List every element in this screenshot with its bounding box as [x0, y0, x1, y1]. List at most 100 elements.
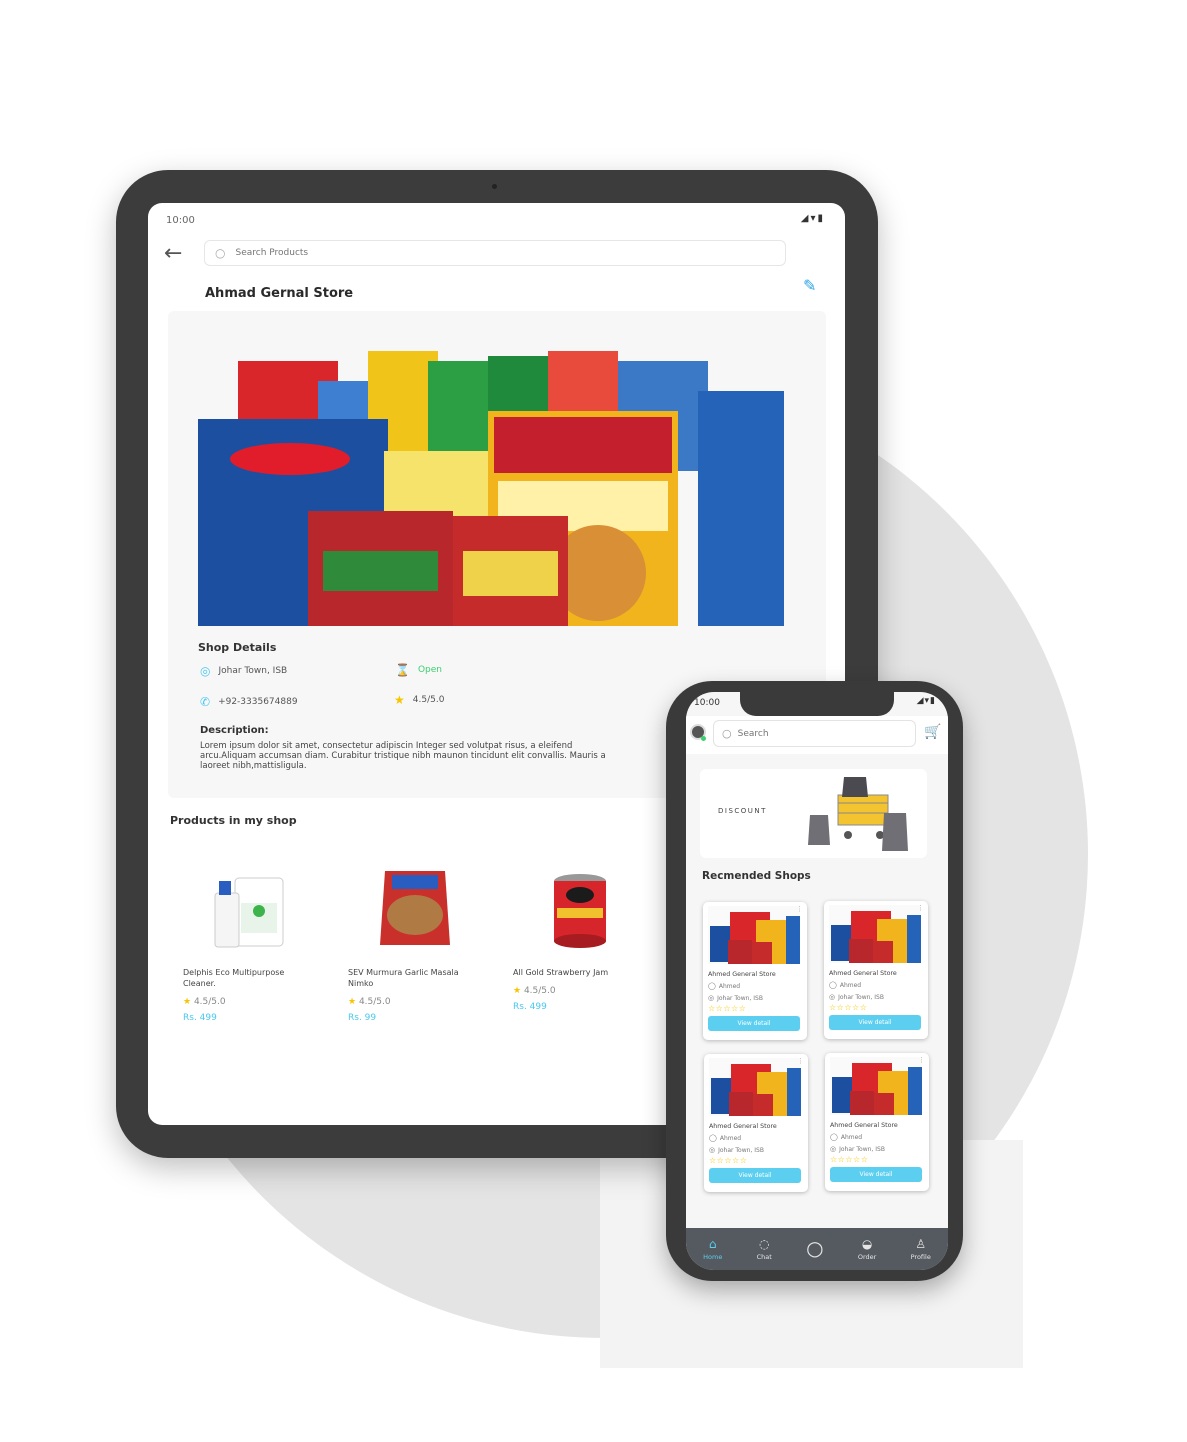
star-icon: ★ — [348, 997, 357, 1007]
rating-text: 4.5/5.0 — [412, 695, 445, 705]
phone-notch — [740, 692, 894, 716]
tablet-status-time: 10:00 — [166, 215, 195, 226]
view-detail-button[interactable]: View detail — [709, 1168, 801, 1183]
user-icon: ◯ — [829, 981, 837, 989]
shop-stars: ☆☆☆☆☆ — [829, 1003, 868, 1012]
product-rating: ★ 4.5/5.0 — [183, 997, 226, 1007]
product-card[interactable]: SEV Murmura Garlic Masala Nimko ★ 4.5/5.… — [348, 863, 488, 1023]
more-options-icon[interactable]: ⋮ — [797, 1057, 804, 1065]
shop-owner: ◯ Ahmed — [829, 981, 862, 989]
description-title: Description: — [200, 725, 269, 736]
page-title: Ahmad Gernal Store — [205, 286, 354, 301]
shop-name: Ahmed General Store — [708, 971, 776, 978]
more-options-icon[interactable]: ⋮ — [918, 1056, 925, 1064]
user-icon: ◯ — [708, 982, 716, 990]
cart-icon[interactable]: 🛒 — [924, 724, 941, 740]
shop-card[interactable]: ⋮ Ahmed General Store ◯ Ahmed ◎ Johar Town… — [704, 1054, 808, 1192]
home-icon: ⌂ — [708, 1237, 717, 1251]
nav-home[interactable]: ⌂ Home — [703, 1237, 722, 1261]
shop-location: ◎ Johar Town, ISB — [709, 1146, 764, 1154]
tablet-status-icons: ◢▾▮ — [800, 213, 825, 224]
shop-thumbnail — [829, 905, 921, 963]
shop-location: ◎ Johar Town, ISB — [830, 1145, 885, 1153]
product-card[interactable]: Delphis Eco Multipurpose Cleaner. ★ 4.5/… — [183, 863, 323, 1023]
location-pin-icon: ◎ — [830, 1145, 837, 1153]
shop-thumbnail — [830, 1057, 922, 1115]
user-icon: ◯ — [830, 1133, 838, 1141]
shop-stars: ☆☆☆☆☆ — [708, 1004, 747, 1013]
search-icon: ○ — [722, 727, 732, 740]
nav-profile[interactable]: ♙ Profile — [911, 1237, 931, 1261]
products-section-title: Products in my shop — [170, 814, 297, 827]
user-icon: ◯ — [709, 1134, 717, 1142]
product-search-bar[interactable]: ○ — [204, 240, 786, 266]
location-info: ◎ Johar Town, ISB — [200, 664, 287, 678]
location-pin-icon: ◎ — [200, 664, 211, 678]
shop-owner: ◯ Ahmed — [709, 1134, 742, 1142]
shop-thumbnail — [708, 906, 800, 964]
phone-text: +92-3335674889 — [218, 697, 298, 707]
status-badge: Open — [417, 665, 442, 675]
location-pin-icon: ◎ — [709, 1146, 716, 1154]
product-image-cleaner — [214, 877, 284, 948]
tablet-camera — [492, 184, 497, 189]
phone-header: ○ 🛒 — [686, 716, 948, 754]
product-image-nimko — [380, 871, 450, 945]
status-info: ⌛ Open — [395, 663, 442, 677]
phone-screen: 10:00 ◢▾▮ ○ 🛒 DISCOUNT Recmended Shops ⋮ — [686, 692, 948, 1270]
nav-search[interactable]: ○ — [806, 1236, 823, 1262]
shop-search-input[interactable] — [737, 728, 888, 739]
star-icon: ★ — [394, 693, 405, 707]
shop-stars: ☆☆☆☆☆ — [830, 1155, 869, 1164]
view-detail-button[interactable]: View detail — [708, 1016, 800, 1031]
chat-icon: ◌ — [758, 1237, 770, 1251]
bottom-navigation: ⌂ Home ◌ Chat ○ ◒ Order ♙ Profile — [686, 1228, 948, 1270]
rating-info: ★ 4.5/5.0 — [394, 693, 444, 707]
shop-location: ◎ Johar Town, ISB — [829, 993, 884, 1001]
phone-status-icons: ◢▾▮ — [916, 696, 936, 706]
product-name: SEV Murmura Garlic Masala Nimko — [348, 968, 459, 988]
product-name: All Gold Strawberry Jam — [513, 968, 609, 977]
shop-card[interactable]: ⋮ Ahmed General Store ◯ Ahmed ◎ Johar Town… — [825, 1053, 929, 1191]
location-pin-icon: ◎ — [829, 993, 836, 1001]
shop-owner: ◯ Ahmed — [708, 982, 741, 990]
view-detail-button[interactable]: View detail — [829, 1015, 921, 1030]
shop-thumbnail — [709, 1058, 801, 1116]
product-rating: ★ 4.5/5.0 — [348, 997, 391, 1007]
online-indicator — [701, 736, 706, 741]
shop-details-title: Shop Details — [198, 641, 277, 654]
basket-icon: ◒ — [861, 1237, 873, 1251]
user-icon: ♙ — [915, 1237, 927, 1251]
recommended-shops-title: Recmended Shops — [702, 870, 811, 882]
shop-card[interactable]: ⋮ Ahmed General Store ◯ Ahmed ◎ Johar Town… — [703, 902, 807, 1040]
shopping-cart-illustration — [808, 777, 908, 851]
search-icon: ○ — [215, 246, 226, 260]
nav-order[interactable]: ◒ Order — [858, 1237, 876, 1261]
star-icon: ★ — [183, 997, 192, 1007]
product-price: Rs. 499 — [183, 1013, 217, 1023]
shop-name: Ahmed General Store — [830, 1122, 898, 1129]
banner-label: DISCOUNT — [718, 807, 767, 815]
shop-owner: ◯ Ahmed — [830, 1133, 863, 1141]
discount-banner[interactable]: DISCOUNT — [700, 769, 927, 858]
star-icon: ★ — [513, 986, 522, 996]
shop-stars: ☆☆☆☆☆ — [709, 1156, 748, 1165]
shop-search-bar[interactable]: ○ — [713, 720, 916, 747]
arrow-left-icon[interactable]: ← — [164, 241, 182, 266]
more-options-icon[interactable]: ⋮ — [796, 905, 803, 913]
location-text: Johar Town, ISB — [218, 666, 288, 676]
view-detail-button[interactable]: View detail — [830, 1167, 922, 1182]
nav-chat[interactable]: ◌ Chat — [757, 1237, 772, 1261]
shop-name: Ahmed General Store — [829, 970, 897, 977]
pencil-icon[interactable]: ✎ — [803, 276, 816, 295]
more-options-icon[interactable]: ⋮ — [917, 904, 924, 912]
description-text: Lorem ipsum dolor sit amet, consectetur … — [200, 741, 606, 771]
shop-hero-image — [198, 341, 784, 626]
search-icon: ○ — [806, 1236, 824, 1260]
phone-icon: ✆ — [200, 695, 211, 709]
product-card[interactable]: All Gold Strawberry Jam ★ 4.5/5.0 Rs. 49… — [513, 863, 653, 1023]
product-image-jam — [554, 874, 606, 948]
product-price: Rs. 499 — [513, 1002, 547, 1012]
shop-card[interactable]: ⋮ Ahmed General Store ◯ Ahmed ◎ Johar Town… — [824, 901, 928, 1039]
product-search-input[interactable] — [235, 248, 736, 258]
